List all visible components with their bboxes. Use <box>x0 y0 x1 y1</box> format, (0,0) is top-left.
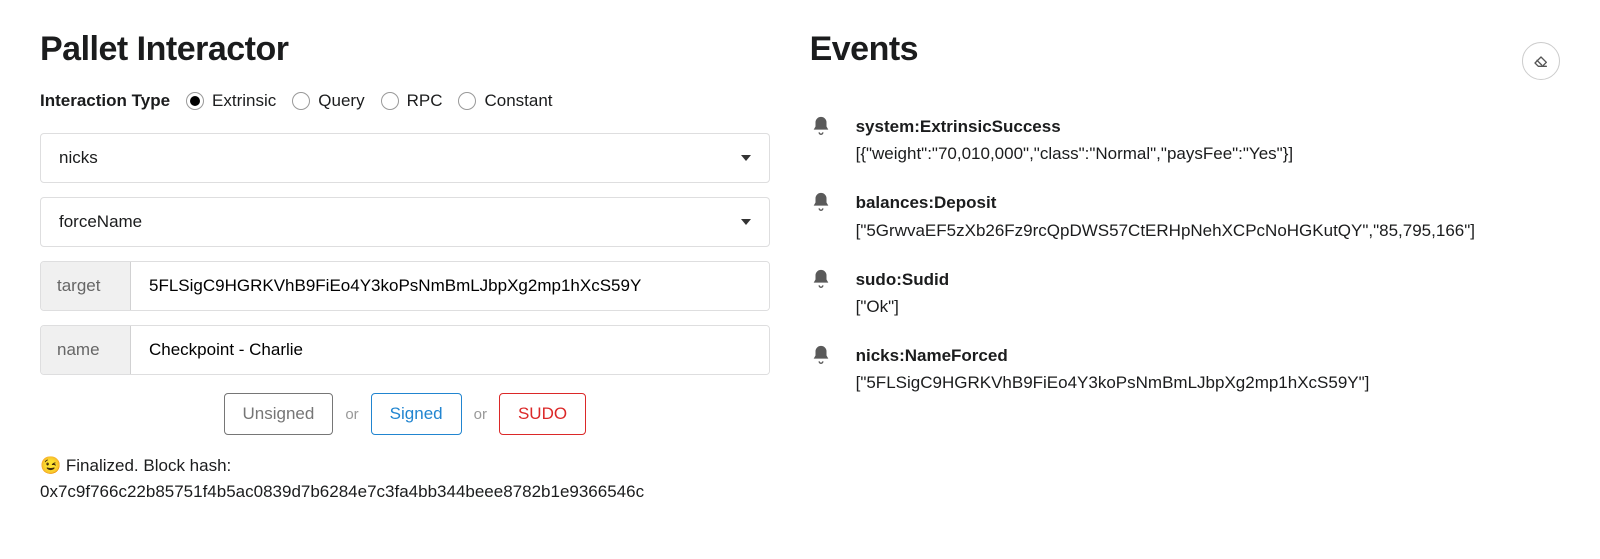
event-name: system:ExtrinsicSuccess <box>856 113 1560 140</box>
bell-icon <box>810 342 834 396</box>
event-name: balances:Deposit <box>856 189 1560 216</box>
target-field-label: target <box>41 262 131 310</box>
bell-icon <box>810 189 834 243</box>
name-field-row: name <box>40 325 770 375</box>
erase-icon <box>1533 53 1549 69</box>
event-text: system:ExtrinsicSuccess[{"weight":"70,01… <box>856 113 1560 167</box>
radio-extrinsic[interactable]: Extrinsic <box>186 91 276 111</box>
event-name: sudo:Sudid <box>856 266 1560 293</box>
target-input[interactable] <box>131 262 769 310</box>
sudo-button[interactable]: SUDO <box>499 393 586 435</box>
interaction-type-row: Interaction Type Extrinsic Query RPC Con… <box>40 91 770 111</box>
event-row: system:ExtrinsicSuccess[{"weight":"70,01… <box>810 113 1560 167</box>
event-text: sudo:Sudid["Ok"] <box>856 266 1560 320</box>
event-row: sudo:Sudid["Ok"] <box>810 266 1560 320</box>
target-field-row: target <box>40 261 770 311</box>
or-text: or <box>345 406 358 423</box>
event-text: balances:Deposit["5GrwvaEF5zXb26Fz9rcQpD… <box>856 189 1560 243</box>
status-prefix: 😉 Finalized. Block hash: <box>40 456 231 475</box>
clear-events-button[interactable] <box>1522 42 1560 80</box>
event-row: nicks:NameForced["5FLSigC9HGRKVhB9FiEo4Y… <box>810 342 1560 396</box>
chevron-down-icon <box>741 219 751 225</box>
page-title: Pallet Interactor <box>40 30 770 69</box>
radio-icon <box>381 92 399 110</box>
radio-label: Constant <box>484 91 552 111</box>
event-text: nicks:NameForced["5FLSigC9HGRKVhB9FiEo4Y… <box>856 342 1560 396</box>
radio-constant[interactable]: Constant <box>458 91 552 111</box>
name-field-label: name <box>41 326 131 374</box>
pallet-select-value: nicks <box>59 148 98 168</box>
event-data: ["5FLSigC9HGRKVhB9FiEo4Y3koPsNmBmLJbpXg2… <box>856 369 1560 396</box>
chevron-down-icon <box>741 155 751 161</box>
unsigned-button[interactable]: Unsigned <box>224 393 334 435</box>
radio-query[interactable]: Query <box>292 91 364 111</box>
event-row: balances:Deposit["5GrwvaEF5zXb26Fz9rcQpD… <box>810 189 1560 243</box>
signed-button[interactable]: Signed <box>371 393 462 435</box>
event-data: ["Ok"] <box>856 293 1560 320</box>
status-hash: 0x7c9f766c22b85751f4b5ac0839d7b6284e7c3f… <box>40 482 644 501</box>
status-text: 😉 Finalized. Block hash: 0x7c9f766c22b85… <box>40 453 770 504</box>
method-select[interactable]: forceName <box>40 197 770 247</box>
event-name: nicks:NameForced <box>856 342 1560 369</box>
events-scroll-area[interactable]: system:ExtrinsicSuccess[{"weight":"70,01… <box>810 113 1560 419</box>
method-select-value: forceName <box>59 212 142 232</box>
radio-label: RPC <box>407 91 443 111</box>
radio-icon <box>186 92 204 110</box>
radio-rpc[interactable]: RPC <box>381 91 443 111</box>
name-input[interactable] <box>131 326 769 374</box>
events-title: Events <box>810 30 919 69</box>
interaction-type-label: Interaction Type <box>40 91 170 111</box>
radio-icon <box>458 92 476 110</box>
bell-icon <box>810 266 834 320</box>
radio-label: Query <box>318 91 364 111</box>
event-data: [{"weight":"70,010,000","class":"Normal"… <box>856 140 1560 167</box>
event-data: ["5GrwvaEF5zXb26Fz9rcQpDWS57CtERHpNehXCP… <box>856 217 1560 244</box>
submit-button-row: Unsigned or Signed or SUDO <box>40 393 770 435</box>
pallet-select[interactable]: nicks <box>40 133 770 183</box>
radio-icon <box>292 92 310 110</box>
or-text: or <box>474 406 487 423</box>
bell-icon <box>810 113 834 167</box>
radio-label: Extrinsic <box>212 91 276 111</box>
